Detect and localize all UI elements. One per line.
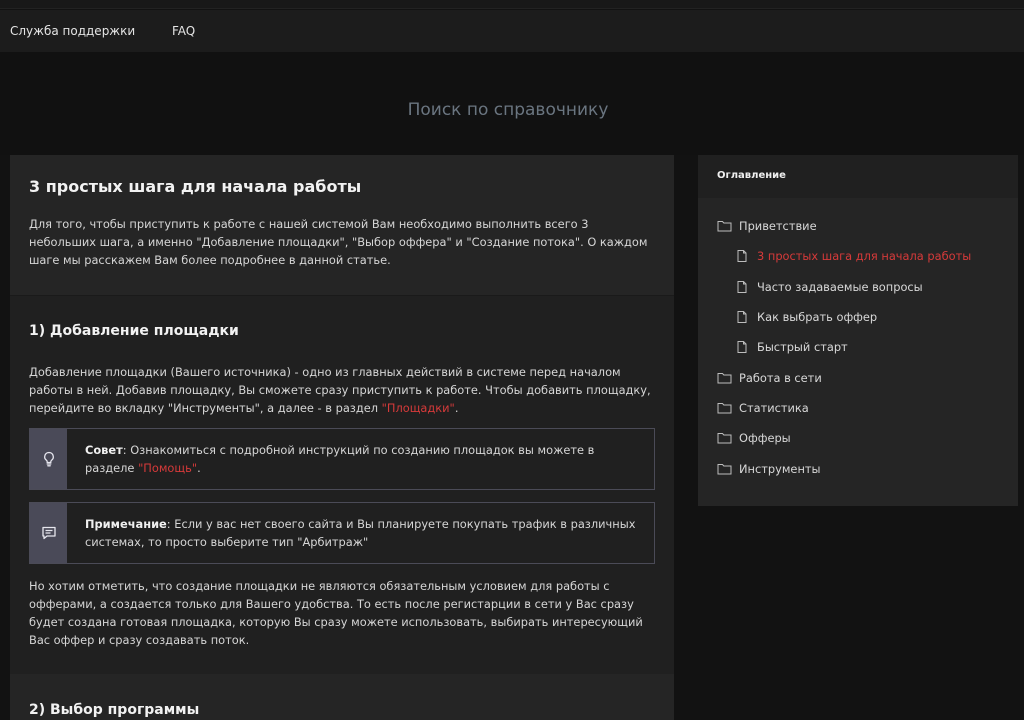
article-intro: Для того, чтобы приступить к работе с на… <box>29 217 648 267</box>
folder-icon <box>717 463 735 475</box>
search-input[interactable] <box>300 90 716 130</box>
toc-item-label: Офферы <box>739 431 791 446</box>
tip-icon-box <box>30 429 67 489</box>
folder-icon <box>717 372 735 384</box>
toc-item-label: Работа в сети <box>739 370 822 385</box>
toc-item-label: Часто задаваемые вопросы <box>757 279 923 294</box>
article-title: 3 простых шага для начала работы <box>29 177 362 196</box>
step1-after-text: Но хотим отметить, что создание площадки… <box>29 579 643 647</box>
toc-item-label: Статистика <box>739 400 809 415</box>
toc-item-label: Как выбрать оффер <box>757 310 878 325</box>
toc-item-three-steps[interactable]: 3 простых шага для начала работы <box>698 241 1018 271</box>
toc-item-offers[interactable]: Офферы <box>698 423 1018 453</box>
step1-section: 1) Добавление площадки Добавление площад… <box>10 296 674 674</box>
toc-item-label: 3 простых шага для начала работы <box>757 249 972 264</box>
tip-end: . <box>197 461 201 475</box>
nav-faq-link[interactable]: FAQ <box>172 24 195 38</box>
toc-item-statistics[interactable]: Статистика <box>698 393 1018 423</box>
lightbulb-icon <box>43 451 54 467</box>
note-icon-box <box>30 503 67 563</box>
folder-icon <box>717 402 735 414</box>
folder-icon <box>717 432 735 444</box>
note-body: Примечание: Если у вас нет своего сайта … <box>67 503 654 563</box>
article-intro-section: 3 простых шага для начала работы Для тог… <box>10 155 674 296</box>
note-text: : Если у вас нет своего сайта и Вы плани… <box>85 517 636 549</box>
step1-heading: 1) Добавление площадки <box>29 323 239 339</box>
toc-item-greeting[interactable]: Приветствие <box>698 211 1018 241</box>
search-area <box>0 52 1024 155</box>
top-strip <box>0 0 1024 9</box>
comment-icon <box>41 526 56 540</box>
document-icon <box>737 311 749 324</box>
step1-text: Добавление площадки (Вашего источника) -… <box>29 363 655 417</box>
tip-callout: Совет: Ознакомиться с подробной инструкц… <box>29 428 655 490</box>
folder-icon <box>717 220 735 232</box>
toc-item-choose-offer[interactable]: Как выбрать оффер <box>698 302 1018 332</box>
article: 3 простых шага для начала работы Для тог… <box>10 155 674 720</box>
step1-text-end: . <box>454 401 459 415</box>
platforms-link[interactable]: "Площадки" <box>382 401 455 415</box>
help-link[interactable]: "Помощь" <box>138 461 197 475</box>
note-content: Примечание: Если у вас нет своего сайта … <box>85 515 636 551</box>
note-callout: Примечание: Если у вас нет своего сайта … <box>29 502 655 564</box>
toc-item-faq[interactable]: Часто задаваемые вопросы <box>698 272 1018 302</box>
toc-item-label: Инструменты <box>739 461 821 476</box>
document-icon <box>737 341 749 354</box>
toc-item-network-work[interactable]: Работа в сети <box>698 362 1018 392</box>
table-of-contents: Оглавление Приветствие 3 простых шага дл… <box>698 155 1018 506</box>
tip-content: Совет: Ознакомиться с подробной инструкц… <box>85 441 636 477</box>
toc-item-label: Быстрый старт <box>757 340 848 355</box>
toc-item-quick-start[interactable]: Быстрый старт <box>698 332 1018 362</box>
step2-section: 2) Выбор программы <box>10 674 674 718</box>
top-nav: Служба поддержки FAQ <box>0 10 1024 52</box>
document-icon <box>737 250 749 263</box>
toc-list: Приветствие 3 простых шага для начала ра… <box>698 198 1018 484</box>
nav-support-link[interactable]: Служба поддержки <box>10 24 135 38</box>
step2-heading: 2) Выбор программы <box>29 702 200 718</box>
toc-item-tools[interactable]: Инструменты <box>698 453 1018 483</box>
note-label: Примечание <box>85 517 167 531</box>
toc-title: Оглавление <box>698 155 1018 198</box>
tip-body: Совет: Ознакомиться с подробной инструкц… <box>67 429 654 489</box>
step1-text-start: Добавление площадки (Вашего источника) -… <box>29 365 651 415</box>
tip-label: Совет <box>85 443 123 457</box>
document-icon <box>737 280 749 293</box>
toc-item-label: Приветствие <box>739 219 817 234</box>
